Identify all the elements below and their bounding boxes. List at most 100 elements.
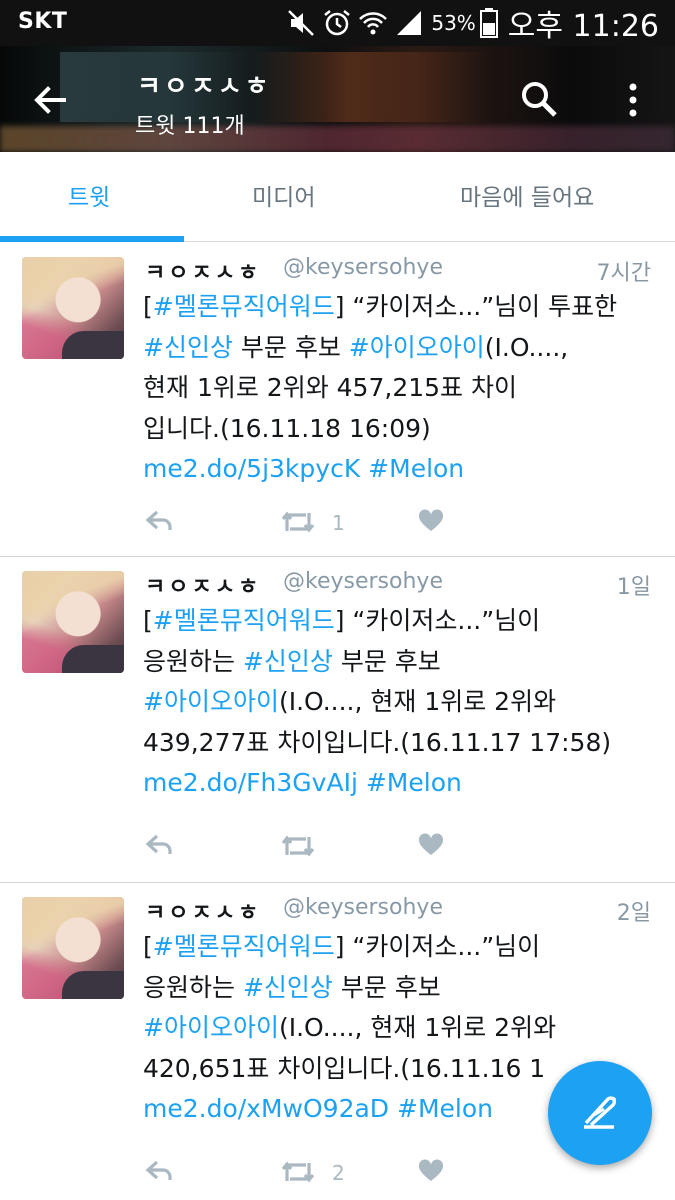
battery-percent: 53% <box>431 11 476 35</box>
tweet-text-segment: 부문 후보 <box>232 332 349 362</box>
tweet-text-segment: 부문 후보 <box>332 972 441 1002</box>
tweet-timestamp: 2일 <box>616 901 651 926</box>
tweet-link[interactable]: #신인상 <box>143 333 233 362</box>
tweet-link[interactable]: #신인상 <box>243 647 333 676</box>
tweet-author-handle[interactable]: @keysersohye <box>283 255 443 280</box>
avatar-shirt <box>62 331 124 359</box>
tweet-link[interactable]: #Melon <box>397 1094 493 1123</box>
tweet-link[interactable]: #Melon <box>366 768 462 797</box>
tweet-text-line: #신인상 부문 후보 #아이오아이(I.O...., <box>143 328 658 369</box>
tweet-text-line: me2.do/5j3kpycK #Melon <box>143 449 658 490</box>
tab-likes[interactable]: 마음에 들어요 <box>460 178 594 212</box>
arrow-left-icon[interactable] <box>30 80 70 120</box>
tweet-link[interactable]: #Melon <box>368 454 464 483</box>
active-tab-indicator <box>0 236 184 242</box>
tweet-text-segment: [ <box>143 932 153 961</box>
tweet-actions <box>0 833 675 863</box>
wifi-icon <box>359 12 388 35</box>
tweet-link[interactable]: #아이오아이 <box>143 1013 279 1042</box>
tweet-actions: 1 <box>0 509 675 539</box>
tweet-text: [#멜론뮤직어워드] “카이저소...”님이 투표한 #신인상 부문 후보 #아이… <box>143 287 658 490</box>
tweet-author-handle[interactable]: @keysersohye <box>283 569 443 594</box>
tweet-text-line: 입니다.(16.11.18 16:09) <box>143 409 658 450</box>
tweet-author-name[interactable]: ㅋㅇㅈㅅㅎ <box>145 569 261 601</box>
tweet-text-segment: 439,277표 차이입니다.(16.11.17 17:58) <box>143 727 612 757</box>
tweet-author-handle[interactable]: @keysersohye <box>283 895 443 920</box>
header-title: ㅋㅇㅈㅅㅎ <box>137 72 272 102</box>
tweet-link[interactable]: #멜론뮤직어워드 <box>153 292 335 321</box>
header-banner <box>60 52 540 122</box>
status-icons: 53% 오후 11:26 <box>281 4 659 44</box>
tweet-text-segment <box>389 1094 397 1123</box>
tweet-link[interactable]: me2.do/5j3kpycK <box>143 454 360 483</box>
tweet-item[interactable]: ㅋㅇㅈㅅㅎ @keysersohye 7시간 [#멜론뮤직어워드] “카이저소...”… <box>0 243 675 557</box>
tab-media[interactable]: 미디어 <box>252 178 315 212</box>
profile-screen: SKT 53% 오후 11:26 ㅋㅇㅈㅅㅎ 트윗 111개 트윗 미디어 마음… <box>0 0 675 1200</box>
battery-icon <box>479 8 498 38</box>
reply-icon[interactable] <box>145 833 173 857</box>
tweet-text-line: 응원하는 #신인상 부문 후보 <box>143 642 658 683</box>
tweet-text-segment: 입니다.(16.11.18 16:09) <box>143 413 431 443</box>
tweet-text-line: #아이오아이(I.O...., 현재 1위로 2위와 <box>143 682 658 723</box>
tweet-item[interactable]: ㅋㅇㅈㅅㅎ @keysersohye 1일 [#멜론뮤직어워드] “카이저소...”님… <box>0 557 675 883</box>
retweet-icon[interactable] <box>280 509 316 535</box>
profile-header: ㅋㅇㅈㅅㅎ 트윗 111개 <box>0 46 675 152</box>
tweet-link[interactable]: #아이오아이 <box>143 687 279 716</box>
tweet-count: 트윗 111개 <box>135 114 245 139</box>
tweet-text-segment: ] “카이저소...”님이 <box>334 606 541 635</box>
tweet-text-segment: 현재 1위로 2위와 457,215표 차이 <box>143 373 517 402</box>
heart-icon[interactable] <box>418 833 444 857</box>
carrier-label: SKT <box>18 9 68 34</box>
header-banner-strip <box>0 126 675 152</box>
retweet-icon[interactable] <box>280 833 316 859</box>
signal-icon <box>397 11 422 35</box>
tweet-link[interactable]: #아이오아이 <box>349 333 485 362</box>
tweet-text-segment: ] “카이저소...”님이 투표한 <box>334 292 618 321</box>
tweet-text-line: me2.do/Fh3GvAIj #Melon <box>143 763 658 804</box>
tweet-author-name[interactable]: ㅋㅇㅈㅅㅎ <box>145 895 261 927</box>
reply-icon[interactable] <box>145 1159 173 1183</box>
search-icon[interactable] <box>520 80 558 118</box>
avatar[interactable] <box>22 257 124 359</box>
status-bar: SKT 53% 오후 11:26 <box>0 0 675 46</box>
tweet-text-line: 현재 1위로 2위와 457,215표 차이 <box>143 368 658 409</box>
tweet-text-segment: 420,651표 차이입니다.(16.11.16 1 <box>143 1053 546 1083</box>
tweet-author-name[interactable]: ㅋㅇㅈㅅㅎ <box>145 255 261 287</box>
tweet-text: [#멜론뮤직어워드] “카이저소...”님이 응원하는 #신인상 부문 후보 #아이… <box>143 601 658 804</box>
tweet-link[interactable]: #신인상 <box>243 973 333 1002</box>
retweet-count: 1 <box>332 511 345 535</box>
tweet-text-line: 응원하는 #신인상 부문 후보 <box>143 968 658 1009</box>
tweet-text-segment: 부문 후보 <box>332 646 441 676</box>
tab-tweets[interactable]: 트윗 <box>68 178 110 212</box>
tweet-text-segment <box>360 454 368 483</box>
tweet-actions: 2 <box>0 1159 675 1189</box>
tweet-text-segment: [ <box>143 292 153 321</box>
avatar[interactable] <box>22 897 124 999</box>
more-vertical-icon[interactable] <box>618 80 648 120</box>
alarm-icon <box>324 10 351 36</box>
heart-icon[interactable] <box>418 1159 444 1183</box>
tweet-text-segment: ] “카이저소...”님이 <box>334 932 541 961</box>
tweet-timestamp: 1일 <box>616 575 651 600</box>
tweet-text-segment: 응원하는 <box>143 646 243 676</box>
avatar[interactable] <box>22 571 124 673</box>
tweet-link[interactable]: #멜론뮤직어워드 <box>153 606 335 635</box>
tweet-text-segment: 응원하는 <box>143 972 243 1002</box>
retweet-icon[interactable] <box>280 1159 316 1185</box>
tweet-link[interactable]: me2.do/xMwO92aD <box>143 1094 389 1123</box>
tweet-text-line: [#멜론뮤직어워드] “카이저소...”님이 <box>143 601 658 642</box>
tweet-text-segment: (I.O...., 현재 1위로 2위와 <box>278 687 557 716</box>
tweet-text-segment: [ <box>143 606 153 635</box>
avatar-shirt <box>62 971 124 999</box>
tweet-text-line: [#멜론뮤직어워드] “카이저소...”님이 투표한 <box>143 287 658 328</box>
reply-icon[interactable] <box>145 509 173 533</box>
tweet-text-line: [#멜론뮤직어워드] “카이저소...”님이 <box>143 927 658 968</box>
retweet-count: 2 <box>332 1161 345 1185</box>
tweet-text-line: #아이오아이(I.O...., 현재 1위로 2위와 <box>143 1008 658 1049</box>
compose-icon <box>584 1096 616 1129</box>
tweet-link[interactable]: #멜론뮤직어워드 <box>153 932 335 961</box>
tweet-link[interactable]: me2.do/Fh3GvAIj <box>143 768 358 797</box>
compose-button[interactable] <box>548 1061 652 1165</box>
profile-tabs: 트윗 미디어 마음에 들어요 <box>0 152 675 242</box>
heart-icon[interactable] <box>418 509 444 533</box>
